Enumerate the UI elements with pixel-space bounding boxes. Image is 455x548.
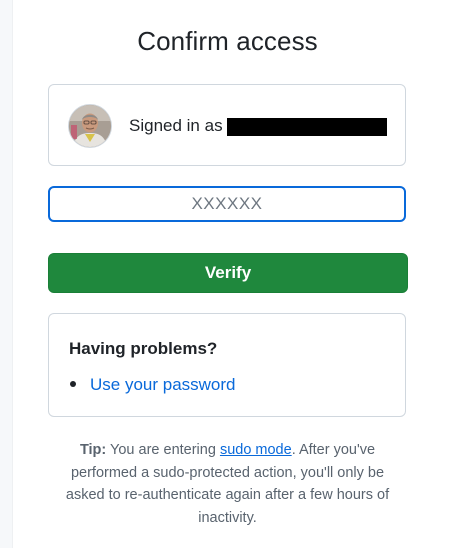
sudo-mode-tip: Tip: You are entering sudo mode. After y… <box>60 439 395 529</box>
having-problems-heading: Having problems? <box>69 339 218 358</box>
confirm-access-page: Confirm access Signed in as Verify Havin… <box>0 0 455 548</box>
page-title: Confirm access <box>137 26 318 56</box>
use-password-link[interactable]: Use your password <box>90 375 236 395</box>
verification-code-input[interactable] <box>48 186 406 222</box>
redacted-username <box>227 118 387 136</box>
sudo-mode-link[interactable]: sudo mode <box>220 442 292 458</box>
tip-text-before-link: You are entering <box>106 442 220 458</box>
signed-in-label: Signed in as <box>129 116 223 135</box>
left-edge-strip <box>0 0 13 548</box>
having-problems-card: Having problems? Use your password <box>48 313 406 417</box>
avatar <box>69 105 111 147</box>
user-avatar-icon <box>69 105 111 147</box>
verify-button[interactable]: Verify <box>48 253 408 293</box>
signed-in-card: Signed in as <box>48 84 406 166</box>
tip-label: Tip: <box>79 442 107 458</box>
list-bullet <box>70 381 76 387</box>
